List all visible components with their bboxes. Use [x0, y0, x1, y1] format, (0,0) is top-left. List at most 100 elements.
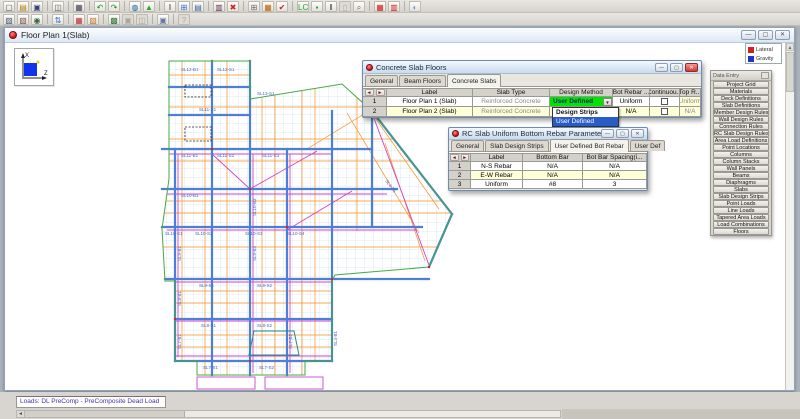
minimize-button[interactable]: — — [741, 30, 756, 40]
camera-icon[interactable]: ▣ — [157, 14, 169, 25]
minimize-button[interactable]: — — [655, 63, 668, 72]
wall-icon[interactable]: ▥ — [213, 1, 225, 12]
undo-icon[interactable]: ↶ — [94, 1, 106, 12]
data-entry-button-beams[interactable]: Beams — [713, 172, 769, 179]
concrete-slab-floors-titlebar[interactable]: Concrete Slab Floors — ▢ ✕ — [363, 61, 701, 74]
data-entry-button-columns[interactable]: Columns — [713, 151, 769, 158]
data-entry-button-materials[interactable]: Materials — [713, 88, 769, 95]
cell-label[interactable]: N-S Rebar — [471, 162, 523, 171]
cell-slab-type[interactable]: Reinforced Concrete — [473, 107, 550, 117]
tab-concrete-slabs[interactable]: Concrete Slabs — [447, 74, 501, 87]
row-number[interactable]: 2 — [449, 171, 471, 180]
cell-bot-rebar[interactable]: Uniform — [613, 97, 650, 107]
building-red2-icon[interactable]: ▥ — [388, 1, 400, 12]
open-icon[interactable]: ▤ — [17, 1, 29, 12]
horizontal-scroll-thumb[interactable] — [25, 411, 185, 417]
data-entry-button-deck-definitions[interactable]: Deck Definitions — [713, 95, 769, 102]
minimize-button[interactable]: — — [601, 129, 614, 138]
close-button[interactable]: ✕ — [775, 30, 790, 40]
cell-continuous[interactable] — [650, 97, 680, 107]
scroll-up-icon[interactable]: ▲ — [786, 43, 794, 51]
resize-icon[interactable]: ⇅ — [52, 14, 64, 25]
data-entry-button-column-stacks[interactable]: Column Stacks — [713, 158, 769, 165]
cell-continuous[interactable] — [650, 107, 680, 117]
data-entry-button-rc-slab-design-rules[interactable]: RC Slab Design Rules — [713, 130, 769, 137]
close-button[interactable]: ✕ — [685, 63, 698, 72]
horizontal-scrollbar[interactable]: ◄ — [16, 410, 561, 418]
row-number[interactable]: 1 — [363, 97, 387, 107]
slab-red-icon[interactable]: ▦ — [73, 14, 85, 25]
dropdown-option-user-defined[interactable]: User Defined — [553, 117, 618, 126]
table-icon[interactable]: ⊞ — [248, 1, 260, 12]
data-entry-button-floors[interactable]: Floors — [713, 228, 769, 235]
restore-button[interactable]: ▢ — [616, 129, 629, 138]
redo-icon[interactable]: ↷ — [108, 1, 120, 12]
scroll-left-icon[interactable]: ◄ — [17, 411, 25, 417]
data-entry-button-connection-rules[interactable]: Connection Rules — [713, 123, 769, 130]
nav-right-icon[interactable]: ► — [461, 154, 470, 161]
continuous-checkbox[interactable] — [661, 98, 668, 105]
close-button[interactable]: ✕ — [631, 129, 644, 138]
data-entry-titlebar[interactable]: Data Entry — [711, 71, 771, 81]
panel-button[interactable] — [761, 72, 769, 79]
continuous-checkbox[interactable] — [661, 108, 668, 115]
paste-floor-icon[interactable]: ▧ — [17, 14, 29, 25]
vertical-scroll-thumb[interactable] — [786, 52, 794, 92]
cell-bottom-bar[interactable]: #8 — [523, 180, 583, 189]
target-icon[interactable]: ◉ — [31, 14, 43, 25]
row-number[interactable]: 1 — [449, 162, 471, 171]
world-icon[interactable]: ◐ — [409, 1, 421, 12]
cell-top-rebar[interactable]: Uniform — [680, 97, 701, 107]
data-entry-button-line-loads[interactable]: Line Loads — [713, 207, 769, 214]
load-case-icon[interactable]: LC — [297, 1, 309, 12]
cell-design-method[interactable]: User Defined ▼ — [550, 97, 613, 107]
new-icon[interactable]: ▢ — [3, 1, 15, 12]
floor-plan-window-titlebar[interactable]: Floor Plan 1(Slab) — ▢ ✕ — [5, 28, 794, 43]
copy-icon[interactable]: ◫ — [52, 1, 64, 12]
dropdown-button[interactable]: ▼ — [603, 98, 612, 106]
tab-slab-design-strips[interactable]: Slab Design Strips — [485, 140, 548, 151]
delete-icon[interactable]: ✖ — [227, 1, 239, 12]
cell-bar-spacing[interactable]: N/A — [583, 171, 647, 180]
cell-label[interactable]: Uniform — [471, 180, 523, 189]
grid-color-icon[interactable]: ▦ — [262, 1, 274, 12]
tab-general[interactable]: General — [365, 75, 398, 86]
data-entry-button-tapered-area-loads[interactable]: Tapered Area Loads — [713, 214, 769, 221]
row-number[interactable]: 2 — [363, 107, 387, 117]
save-icon[interactable]: ▣ — [31, 1, 43, 12]
data-entry-button-wall-design-rules[interactable]: Wall Design Rules — [713, 116, 769, 123]
data-entry-button-point-loads[interactable]: Point Loads — [713, 200, 769, 207]
nav-left-icon[interactable]: ◄ — [365, 89, 374, 96]
copy-floor-icon[interactable]: ▨ — [3, 14, 15, 25]
vertical-scrollbar[interactable]: ▲ — [785, 43, 794, 390]
add-view-icon[interactable]: ⊞ — [178, 1, 190, 12]
cell-label[interactable]: Floor Plan 1 (Slab) — [387, 97, 473, 107]
cell-label[interactable]: Floor Plan 2 (Slab) — [387, 107, 473, 117]
print-icon[interactable]: ▦ — [73, 1, 85, 12]
data-entry-button-slab-design-strips[interactable]: Slab Design Strips — [713, 193, 769, 200]
cell-top-rebar[interactable]: N/A — [680, 107, 701, 117]
tab-general[interactable]: General — [451, 140, 484, 151]
cell-slab-type[interactable]: Reinforced Concrete — [473, 97, 550, 107]
cell-bar-spacing[interactable]: 3 — [583, 180, 647, 189]
green-box-icon[interactable]: ▪ — [311, 1, 323, 12]
tab-user-def[interactable]: User Def — [630, 140, 666, 151]
cell-bottom-bar[interactable]: N/A — [523, 171, 583, 180]
data-entry-button-diaphragms[interactable]: Diaphragms — [713, 179, 769, 186]
tab-beam-floors[interactable]: Beam Floors — [399, 75, 446, 86]
ramp-icon[interactable]: ▲ — [143, 1, 155, 12]
cell-bar-spacing[interactable]: N/A — [583, 162, 647, 171]
data-entry-button-load-combinations[interactable]: Load Combinations — [713, 221, 769, 228]
building-red-icon[interactable]: ▦ — [374, 1, 386, 12]
row-number[interactable]: 3 — [449, 180, 471, 189]
data-entry-button-area-load-definitions[interactable]: Area Load Definitions — [713, 137, 769, 144]
tab-user-defined-bot-rebar[interactable]: User Defined Bot Rebar — [550, 139, 629, 152]
ibeam-icon[interactable]: Ι — [164, 1, 176, 12]
data-entry-button-wall-panels[interactable]: Wall Panels — [713, 165, 769, 172]
dropdown-option-design-strips[interactable]: Design Strips — [553, 108, 618, 117]
stack-green-icon[interactable]: ▩ — [108, 14, 120, 25]
check-red-icon[interactable]: ✔ — [276, 1, 288, 12]
zoom-doc-icon[interactable]: ⌕ — [353, 1, 365, 12]
data-entry-button-point-locations[interactable]: Point Locations — [713, 144, 769, 151]
nav-right-icon[interactable]: ► — [376, 89, 385, 96]
